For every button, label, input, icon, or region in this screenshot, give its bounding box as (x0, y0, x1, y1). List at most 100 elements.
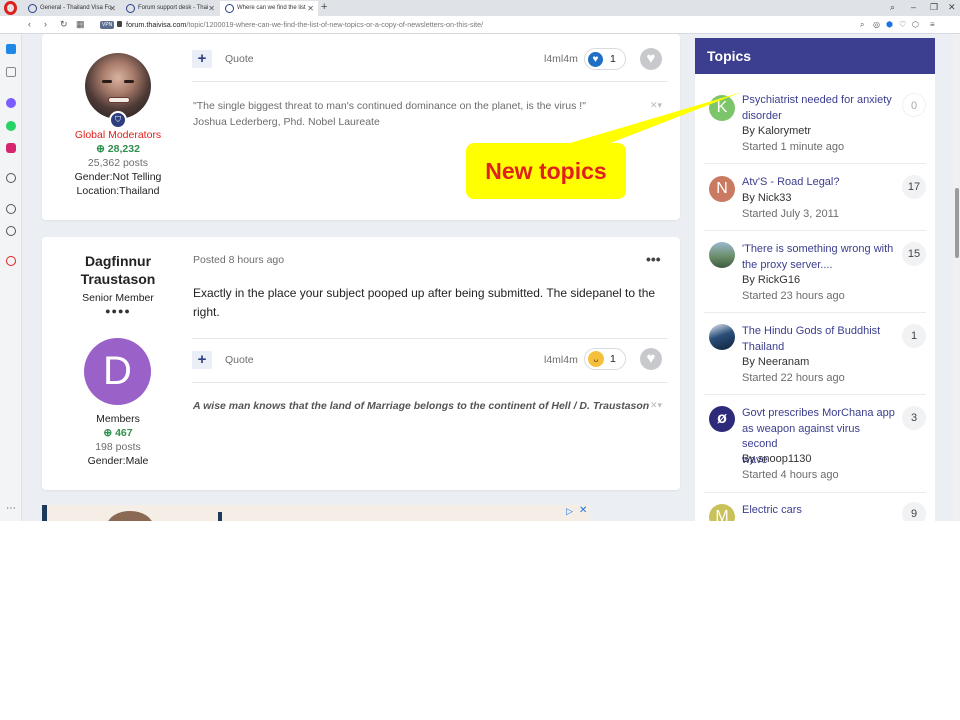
divider (192, 338, 668, 339)
topic-author[interactable]: By RickG16 (742, 274, 800, 286)
page-scrollbar-track[interactable] (953, 34, 960, 521)
topic-reply-count: 9 (902, 502, 926, 521)
topic-author-avatar[interactable]: M (709, 504, 735, 521)
topic-item[interactable]: M Electric cars 9 (704, 494, 926, 521)
topic-started: Started July 3, 2011 (742, 208, 840, 220)
reload-icon[interactable]: ↻ (60, 19, 68, 30)
snapshot-icon[interactable]: ◎ (873, 20, 880, 29)
topic-item[interactable]: 'There is something wrong with the proxy … (704, 232, 926, 313)
url-field[interactable]: forum.thaivisa.com/topic/1200019-where-c… (126, 20, 483, 29)
quote-button[interactable]: Quote (225, 354, 254, 366)
author-group: Global Moderators (74, 129, 162, 141)
topic-title[interactable]: Electric cars (742, 503, 897, 519)
topic-title[interactable]: 'There is something wrong with the proxy … (742, 242, 897, 273)
sidebar-more-icon[interactable]: ⋯ (6, 503, 16, 514)
address-bar: ‹ › ↻ ▦ VPN forum.thaivisa.com/topic/120… (0, 16, 960, 34)
back-icon[interactable]: ‹ (28, 19, 31, 29)
topic-author-avatar[interactable] (709, 324, 735, 350)
extension-icon[interactable]: ⬡ (912, 20, 919, 29)
bookmark-heart-icon[interactable]: ♡ (899, 20, 906, 29)
posted-timestamp[interactable]: Posted 8 hours ago (193, 254, 284, 266)
tab-general[interactable]: General - Thailand Visa Fo ✕ (23, 1, 120, 16)
tab-search-icon[interactable]: ⌕ (890, 2, 895, 13)
minimize-icon[interactable]: – (911, 2, 916, 12)
browser-tab-bar: General - Thailand Visa Fo ✕ Forum suppo… (0, 0, 960, 16)
page-scrollbar-thumb[interactable] (955, 188, 959, 258)
quote-button[interactable]: Quote (225, 53, 254, 65)
signature-quote: "The single biggest threat to man's cont… (193, 100, 586, 112)
topic-title[interactable]: Atv'S - Road Legal? (742, 175, 897, 191)
messenger-icon[interactable] (6, 98, 16, 108)
topics-sidepanel: Topics K Psychiatrist needed for anxiety… (695, 38, 935, 521)
author-name-first[interactable]: Dagfinnur (42, 252, 194, 270)
forward-icon[interactable]: › (44, 19, 47, 29)
author-avatar-letter[interactable]: D (84, 338, 151, 405)
author-location: Location:Thailand (76, 185, 160, 197)
new-tab-icon[interactable]: + (321, 1, 327, 13)
multiquote-button[interactable]: + (192, 351, 212, 369)
topic-author[interactable]: By Nick33 (742, 192, 792, 204)
signature-options-icon[interactable]: ✕▾ (650, 400, 662, 411)
sidebar-speeddial-icon[interactable] (6, 44, 16, 54)
post-options-icon[interactable]: ••• (646, 251, 661, 267)
topic-started: Started 1 minute ago (742, 141, 845, 153)
adchoices-icon[interactable]: ▷ (566, 506, 573, 517)
close-tab-icon[interactable]: ✕ (208, 4, 215, 13)
topic-item[interactable]: K Psychiatrist needed for anxiety disorde… (704, 83, 926, 164)
topic-item[interactable]: ø Govt prescribes MorChana app as weapon … (704, 396, 926, 493)
topic-author[interactable]: By Neeranam (742, 356, 809, 368)
instagram-icon[interactable] (6, 143, 16, 153)
topic-author[interactable]: By Kalorymetr (742, 125, 811, 137)
react-heart-button[interactable] (640, 348, 662, 370)
post-card-2: Dagfinnur Traustason Senior Member ●●●● … (42, 237, 680, 490)
topic-item[interactable]: The Hindu Gods of Buddhist Thailand By Ne… (704, 314, 926, 395)
thaivisa-favicon-icon (126, 4, 135, 13)
topic-author-avatar[interactable] (709, 242, 735, 268)
advertisement-banner[interactable]: ▷ ✕ (42, 505, 590, 521)
reactor-name[interactable]: l4ml4m (544, 53, 578, 65)
tab-forum-support[interactable]: Forum support desk - Thai ✕ (121, 1, 219, 16)
topic-reply-count: 17 (902, 175, 926, 199)
author-avatar[interactable] (85, 53, 151, 119)
close-tab-icon[interactable]: ✕ (307, 4, 314, 13)
zoom-icon[interactable]: ⌕ (860, 20, 864, 30)
reaction-summary[interactable]: ᴗ 1 (584, 348, 626, 370)
signature-options-icon[interactable]: ✕▾ (650, 100, 662, 111)
topic-author[interactable]: By snoop1130 (742, 453, 812, 465)
multiquote-button[interactable]: + (192, 50, 212, 68)
sidebar-home-icon[interactable] (6, 67, 16, 77)
plus-circle-icon: ⊕ (96, 143, 108, 155)
easy-setup-icon[interactable]: ≡ (930, 20, 935, 29)
ad-close-icon[interactable]: ✕ (579, 505, 587, 516)
reaction-summary[interactable]: ♥ 1 (584, 48, 626, 70)
player-icon[interactable] (6, 173, 16, 183)
post-body-line1: Exactly in the place your subject pooped… (193, 286, 656, 300)
topic-item[interactable]: N Atv'S - Road Legal? By Nick33 Started … (704, 165, 926, 231)
author-rank: Senior Member (82, 292, 154, 304)
opera-logo-icon[interactable] (4, 1, 17, 15)
topic-author-avatar[interactable]: ø (709, 406, 735, 432)
topic-title[interactable]: Psychiatrist needed for anxiety disorder (742, 93, 897, 124)
restore-icon[interactable]: ❐ (930, 2, 938, 13)
personal-news-icon[interactable] (6, 256, 16, 266)
react-heart-button[interactable] (640, 48, 662, 70)
author-name-last[interactable]: Traustason (42, 270, 194, 288)
speed-dial-icon[interactable]: ▦ (76, 19, 85, 30)
close-window-icon[interactable]: ✕ (948, 2, 956, 13)
whatsapp-icon[interactable] (6, 121, 16, 131)
topic-author-avatar[interactable]: K (709, 95, 735, 121)
topic-reply-count: 3 (902, 406, 926, 430)
plus-circle-icon: ⊕ (103, 427, 116, 439)
topic-title[interactable]: The Hindu Gods of Buddhist Thailand (742, 324, 897, 355)
bookmarks-heart-icon[interactable] (6, 204, 16, 214)
adblock-shield-icon[interactable]: ⬢ (886, 20, 893, 29)
close-tab-icon[interactable]: ✕ (109, 4, 116, 13)
reactor-name[interactable]: l4ml4m (544, 354, 578, 366)
like-heart-icon: ♥ (588, 52, 603, 67)
tab-active-topic[interactable]: Where can we find the list ✕ (220, 1, 318, 16)
vpn-badge[interactable]: VPN (100, 21, 115, 29)
topic-author-avatar[interactable]: N (709, 176, 735, 202)
topic-reply-count: 0 (902, 93, 926, 117)
history-icon[interactable] (6, 226, 16, 236)
lock-icon[interactable] (117, 21, 122, 27)
